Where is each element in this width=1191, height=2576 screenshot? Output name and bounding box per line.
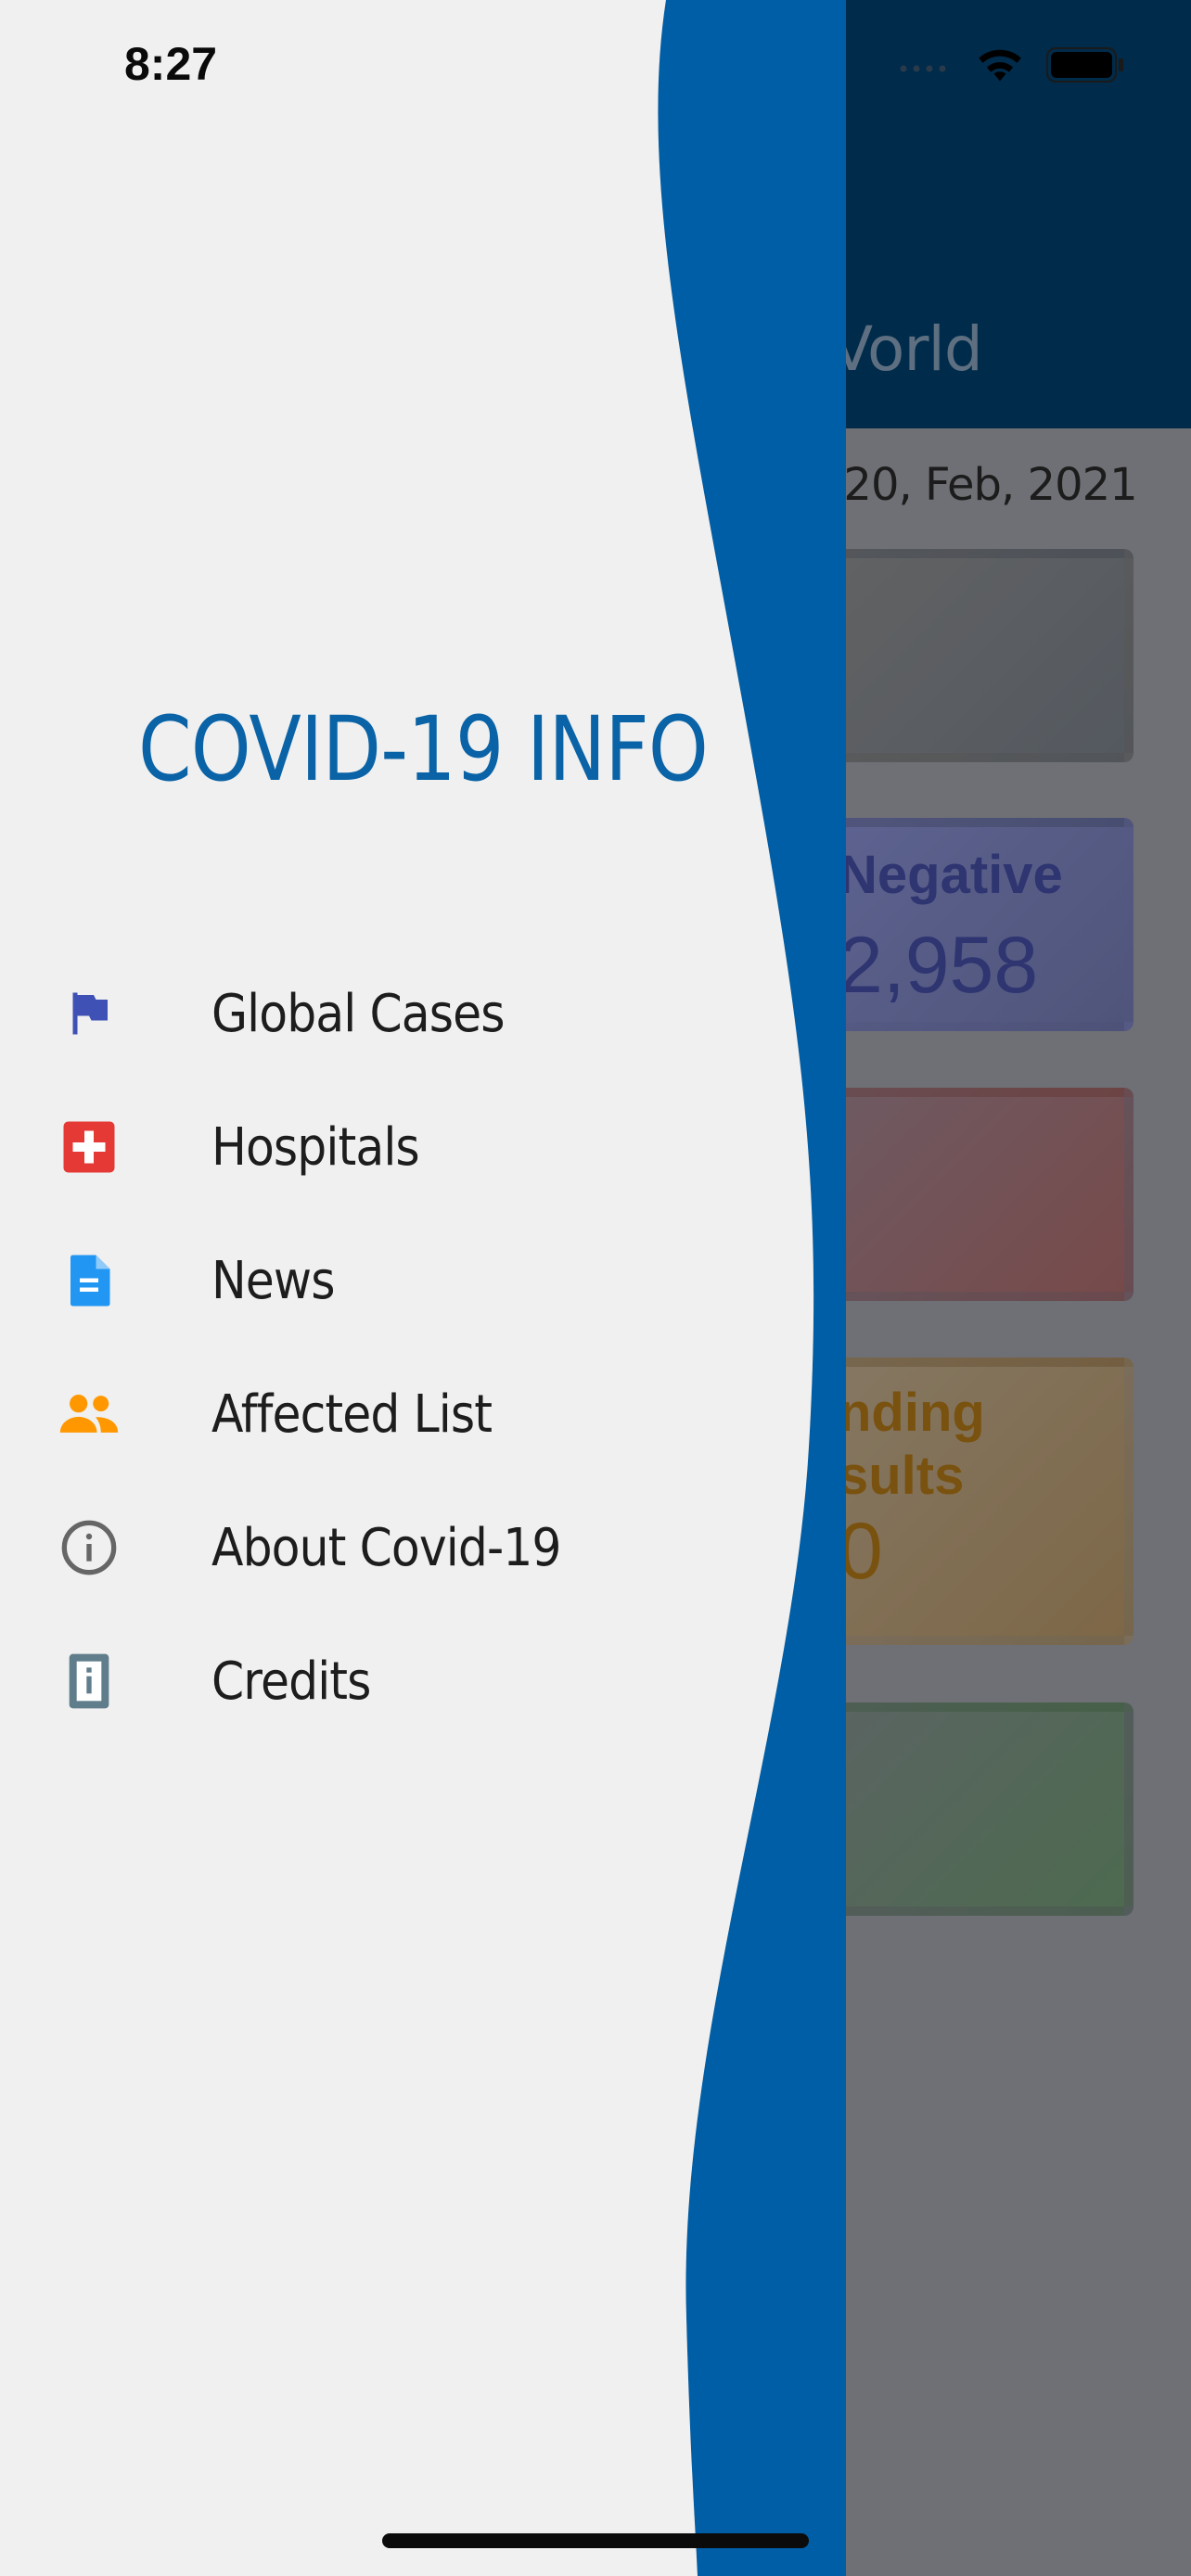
menu-label-hospitals: Hospitals <box>211 1116 420 1178</box>
menu-label-credits: Credits <box>211 1651 371 1712</box>
flag-icon <box>56 980 122 1047</box>
menu-label-news: News <box>211 1250 335 1311</box>
menu-label-affected-list: Affected List <box>211 1384 493 1445</box>
menu-item-affected-list[interactable]: Affected List <box>0 1347 798 1481</box>
menu-label-about-covid: About Covid-19 <box>211 1517 562 1578</box>
status-time: 8:27 <box>124 38 218 90</box>
cellular-signal-icon <box>898 54 954 81</box>
info-icon <box>56 1514 122 1581</box>
menu-item-global-cases[interactable]: Global Cases <box>0 947 798 1080</box>
menu-item-hospitals[interactable]: Hospitals <box>0 1080 798 1214</box>
battery-icon <box>1046 47 1124 87</box>
drawer-menu: Global Cases Hospitals News Affected Lis… <box>0 947 798 1748</box>
status-icons <box>898 46 1124 88</box>
people-icon <box>56 1381 122 1447</box>
hospital-icon <box>56 1114 122 1180</box>
document-icon <box>56 1247 122 1314</box>
credits-icon <box>56 1648 122 1715</box>
menu-item-news[interactable]: News <box>0 1214 798 1347</box>
menu-item-about-covid[interactable]: About Covid-19 <box>0 1481 798 1614</box>
menu-label-global-cases: Global Cases <box>211 983 506 1044</box>
home-indicator <box>382 2533 809 2548</box>
menu-item-credits[interactable]: Credits <box>0 1614 798 1748</box>
drawer-title: COVID-19 INFO <box>137 697 709 801</box>
wifi-icon <box>976 46 1024 88</box>
